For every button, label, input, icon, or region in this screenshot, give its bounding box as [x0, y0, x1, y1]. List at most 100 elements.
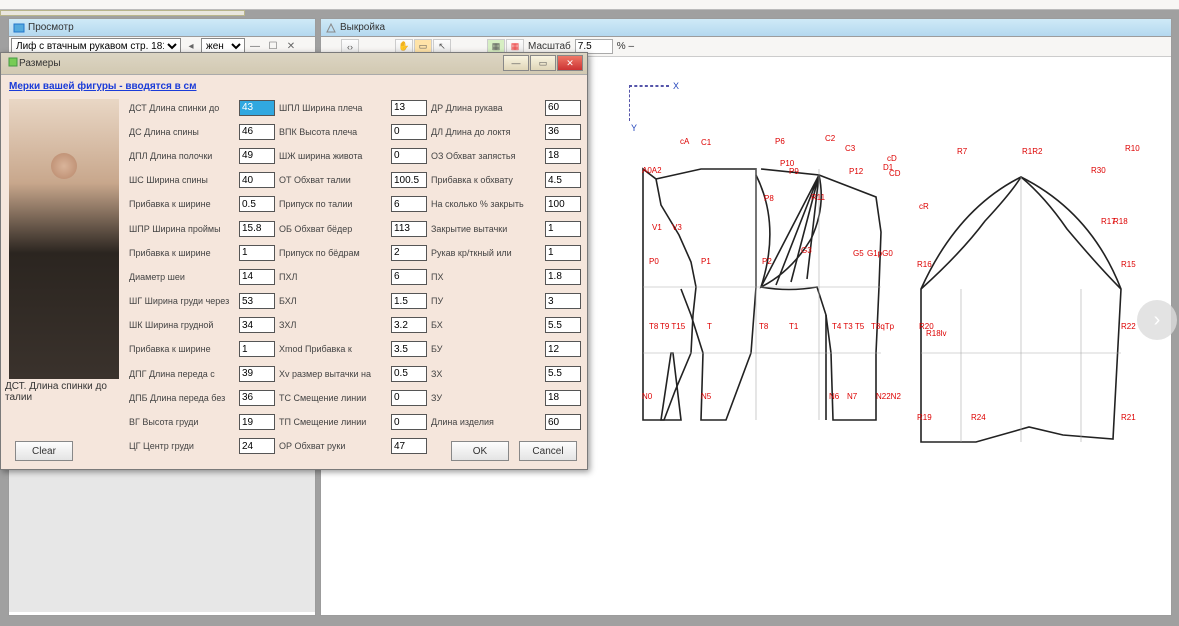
pattern-point-label: R24: [971, 413, 986, 422]
measure-row: ТП Смещение линии: [279, 411, 427, 432]
pattern-point-label: R22: [1121, 322, 1136, 331]
measure-input[interactable]: [239, 414, 275, 430]
pattern-point-label: C3: [845, 144, 855, 153]
measure-input[interactable]: [239, 269, 275, 285]
pattern-point-label: R18: [1113, 217, 1128, 226]
measure-input[interactable]: [391, 245, 427, 261]
measure-label: БХ: [431, 320, 545, 330]
measure-input[interactable]: [239, 438, 275, 454]
measure-row: ТС Смещение линии: [279, 387, 427, 408]
dialog-max-button[interactable]: ▭: [530, 55, 556, 71]
measure-col-2: ШПЛ Ширина плечаВПК Высота плечаШЖ ширин…: [279, 97, 427, 457]
next-image-button[interactable]: ›: [1137, 300, 1177, 340]
measure-label: ЗХЛ: [279, 320, 391, 330]
measure-input[interactable]: [239, 124, 275, 140]
measure-input[interactable]: [239, 148, 275, 164]
measure-input[interactable]: [391, 269, 427, 285]
measure-input[interactable]: [391, 414, 427, 430]
dialog-titlebar[interactable]: Размеры — ▭ ✕: [1, 53, 587, 75]
dialog-close-button[interactable]: ✕: [557, 55, 583, 71]
measure-label: ДСТ Длина спинки до: [129, 103, 239, 113]
measure-col-3: ДР Длина рукаваДЛ Длина до локтяОЗ Обхва…: [431, 97, 581, 457]
measure-label: БУ: [431, 344, 545, 354]
measure-row: ЗХЛ: [279, 315, 427, 336]
measure-row: Прибавка к ширине: [129, 194, 275, 215]
pattern-point-label: G5: [853, 249, 864, 258]
measure-input[interactable]: [239, 366, 275, 382]
measure-input[interactable]: [239, 100, 275, 116]
measure-input[interactable]: [545, 172, 581, 188]
measure-input[interactable]: [545, 317, 581, 333]
measure-label: Прибавка к ширине: [129, 199, 239, 209]
measure-row: ПХ: [431, 266, 581, 287]
measure-input[interactable]: [391, 148, 427, 164]
measure-input[interactable]: [545, 390, 581, 406]
pattern-point-label: R1R2: [1022, 147, 1042, 156]
pattern-point-label: cR: [919, 202, 929, 211]
measure-label: ШС Ширина спины: [129, 175, 239, 185]
measure-label: ЗУ: [431, 393, 545, 403]
measure-input[interactable]: [545, 100, 581, 116]
measure-input[interactable]: [545, 245, 581, 261]
measure-input[interactable]: [545, 148, 581, 164]
measure-input[interactable]: [545, 196, 581, 212]
measure-input[interactable]: [391, 221, 427, 237]
measure-input[interactable]: [391, 390, 427, 406]
measure-input[interactable]: [391, 317, 427, 333]
measure-input[interactable]: [545, 366, 581, 382]
measure-input[interactable]: [391, 366, 427, 382]
measure-input[interactable]: [391, 196, 427, 212]
measure-input[interactable]: [239, 293, 275, 309]
measure-row: Закрытие вытачки: [431, 218, 581, 239]
measure-label: ОТ Обхват талии: [279, 175, 391, 185]
pattern-point-label: G1pG0: [867, 249, 893, 258]
measure-input[interactable]: [239, 317, 275, 333]
measure-label: Прибавка к ширине: [129, 248, 239, 258]
measure-label: ВПК Высота плеча: [279, 127, 391, 137]
pattern-point-label: T4 T3 T5: [832, 322, 864, 331]
measure-input[interactable]: [391, 341, 427, 357]
measure-input[interactable]: [239, 390, 275, 406]
app-toolbar: [0, 0, 1179, 10]
preview-icon: [13, 22, 25, 34]
ok-button[interactable]: OK: [451, 441, 509, 461]
zoom-label: Масштаб: [528, 41, 571, 52]
measure-input[interactable]: [545, 221, 581, 237]
measure-row: ОБ Обхват бёдер: [279, 218, 427, 239]
measure-input[interactable]: [391, 293, 427, 309]
measure-input[interactable]: [545, 293, 581, 309]
measure-input[interactable]: [391, 172, 427, 188]
measure-row: Рукав кр/ткный или: [431, 242, 581, 263]
measure-label: ШПЛ Ширина плеча: [279, 103, 391, 113]
measure-input[interactable]: [545, 341, 581, 357]
measure-label: Длина изделия: [431, 417, 545, 427]
measure-row: ПУ: [431, 291, 581, 312]
measure-input[interactable]: [391, 100, 427, 116]
pattern-point-label: N22N2: [876, 392, 901, 401]
measure-input[interactable]: [545, 414, 581, 430]
measure-row: ШПР Ширина проймы: [129, 218, 275, 239]
pattern-point-label: N5: [701, 392, 711, 401]
measure-input[interactable]: [239, 221, 275, 237]
pattern-point-label: R19: [917, 413, 932, 422]
measures-help-link[interactable]: Мерки вашей фигуры - вводятся в см: [9, 81, 197, 92]
clear-button[interactable]: Clear: [15, 441, 73, 461]
measure-input[interactable]: [239, 341, 275, 357]
measure-label: ШГ Ширина груди через: [129, 296, 239, 306]
cancel-button[interactable]: Cancel: [519, 441, 577, 461]
measure-row: Прибавка к ширине: [129, 242, 275, 263]
pattern-point-label: C2: [825, 134, 835, 143]
measure-label: Рукав кр/ткный или: [431, 248, 545, 258]
dialog-min-button[interactable]: —: [503, 55, 529, 71]
measure-input[interactable]: [545, 269, 581, 285]
measure-input[interactable]: [239, 245, 275, 261]
measure-row: ЦГ Центр груди: [129, 436, 275, 457]
measure-input[interactable]: [239, 172, 275, 188]
measure-input[interactable]: [391, 124, 427, 140]
measure-input[interactable]: [391, 438, 427, 454]
measure-input[interactable]: [239, 196, 275, 212]
measure-grid: ДСТ Длина спинки доДС Длина спиныДПЛ Дли…: [129, 97, 581, 457]
pattern-point-label: R10: [1125, 144, 1140, 153]
measure-row: ОЗ Обхват запястья: [431, 145, 581, 166]
measure-input[interactable]: [545, 124, 581, 140]
